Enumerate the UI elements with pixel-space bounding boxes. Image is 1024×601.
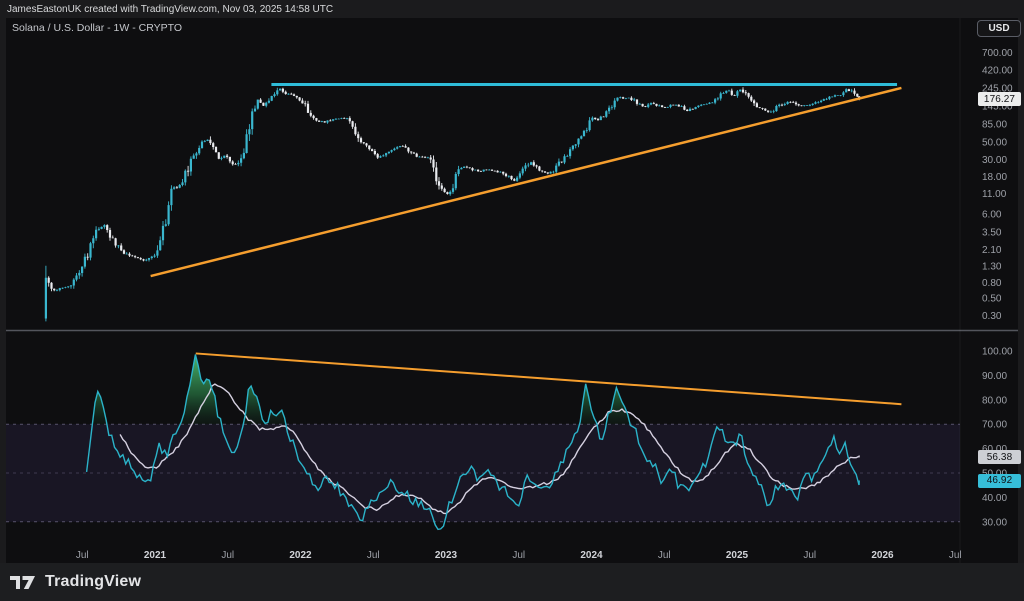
rsi-tick-label: 70.00 (982, 420, 1007, 431)
price-tick-label: 85.00 (982, 120, 1007, 131)
currency-toggle-button[interactable]: USD (977, 20, 1021, 37)
symbol-title: Solana / U.S. Dollar - 1W - CRYPTO (12, 22, 182, 34)
price-tick-label: 50.00 (982, 138, 1007, 149)
time-tick-label: 2023 (435, 550, 458, 561)
time-tick-label: 2021 (144, 550, 167, 561)
footer-bar: TradingView (0, 563, 1024, 601)
time-tick-label: Jul (76, 550, 89, 561)
price-tick-label: 18.00 (982, 172, 1007, 183)
price-tick-label: 30.00 (982, 155, 1007, 166)
rsi-tick-label: 40.00 (982, 493, 1007, 504)
rsi-tick-label: 80.00 (982, 395, 1007, 406)
time-tick-label: Jul (658, 550, 671, 561)
rsi-tick-label: 90.00 (982, 371, 1007, 382)
time-tick-label: 2022 (289, 550, 312, 561)
price-tick-label: 11.00 (982, 189, 1007, 200)
time-tick-label: 2026 (871, 550, 894, 561)
price-tick-label: 1.30 (982, 261, 1002, 272)
attribution-bar: JamesEastonUK created with TradingView.c… (0, 0, 1024, 18)
price-tick-label: 420.00 (982, 65, 1013, 76)
chart-canvas[interactable]: 700.00420.00245.00145.0085.0050.0030.001… (0, 0, 1024, 601)
price-tick-label: 0.50 (982, 294, 1002, 305)
time-tick-label: 2024 (580, 550, 603, 561)
last-price-badge: 176.27 (978, 92, 1021, 106)
tradingview-snapshot: { "header": { "attribution": "JamesEasto… (0, 0, 1024, 601)
tradingview-wordmark: TradingView (45, 573, 141, 591)
price-tick-label: 2.10 (982, 245, 1002, 256)
rsi-tick-label: 30.00 (982, 517, 1007, 528)
attribution-text: JamesEastonUK created with TradingView.c… (0, 4, 333, 15)
rsi-value-badge: 46.92 (978, 474, 1021, 488)
time-tick-label: Jul (221, 550, 234, 561)
time-tick-label: Jul (367, 550, 380, 561)
rsi-tick-label: 100.00 (982, 347, 1013, 358)
time-tick-label: Jul (512, 550, 525, 561)
time-tick-label: Jul (803, 550, 816, 561)
price-tick-label: 3.50 (982, 228, 1002, 239)
price-tick-label: 0.80 (982, 278, 1002, 289)
price-tick-label: 700.00 (982, 48, 1013, 59)
price-tick-label: 6.00 (982, 209, 1002, 220)
time-tick-label: 2025 (726, 550, 749, 561)
price-tick-label: 0.30 (982, 311, 1002, 322)
time-tick-label: Jul (949, 550, 962, 561)
tradingview-logo-icon (10, 573, 36, 592)
rsi-ma-value-badge: 56.38 (978, 450, 1021, 464)
